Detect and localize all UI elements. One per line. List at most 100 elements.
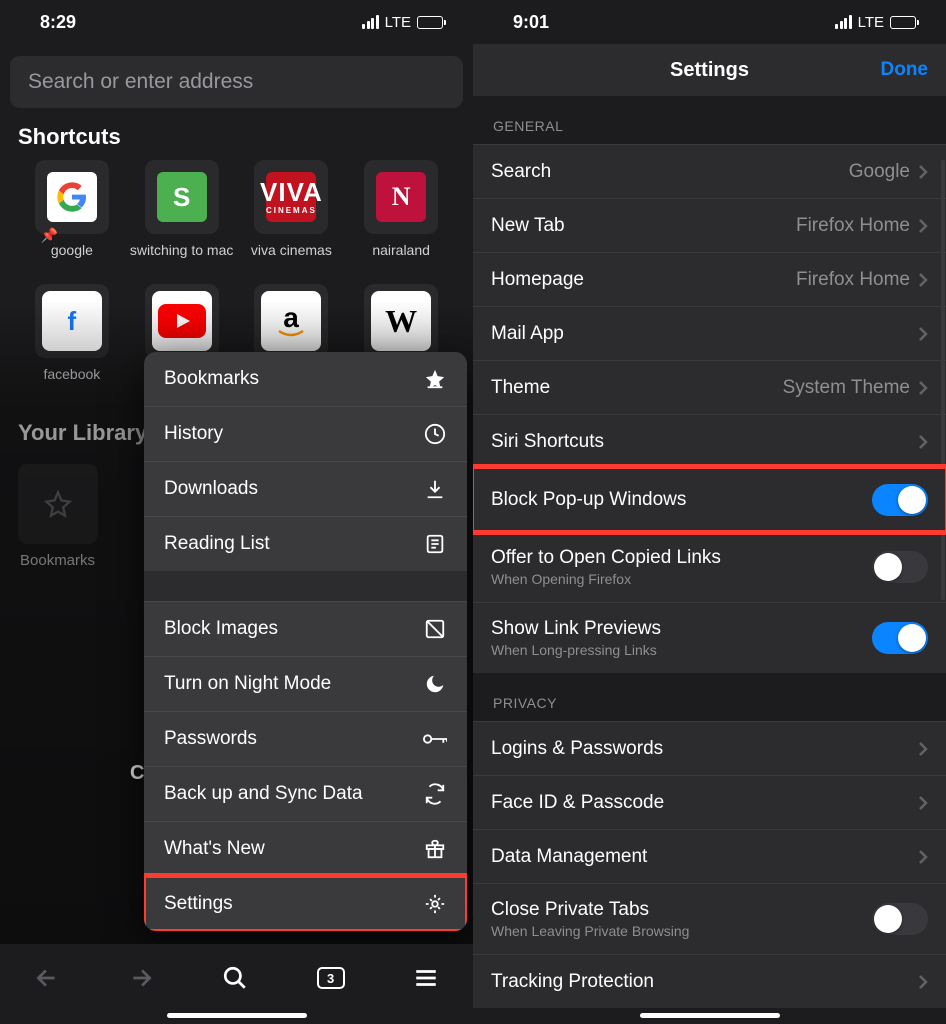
- chevron-right-icon: [918, 974, 928, 990]
- menu-item-label: Reading List: [164, 533, 270, 555]
- menu-reading-list[interactable]: Reading List: [144, 516, 467, 571]
- gear-icon: [423, 892, 447, 916]
- menu-item-label: Bookmarks: [164, 368, 259, 390]
- phone-screenshot-right: 9:01 LTE Settings Done GENERAL Search Go…: [473, 0, 946, 1024]
- battery-icon: [417, 16, 443, 29]
- cell-tracking-protection[interactable]: Tracking Protection: [473, 954, 946, 1008]
- menu-settings[interactable]: Settings: [144, 876, 467, 931]
- chevron-right-icon: [918, 434, 928, 450]
- cell-mail-app[interactable]: Mail App: [473, 306, 946, 360]
- cell-value: Google: [849, 161, 910, 183]
- shortcut-viva-cinemas[interactable]: VIVACINEMAS viva cinemas: [238, 160, 346, 274]
- cell-subtitle: When Opening Firefox: [491, 571, 721, 587]
- cell-new-tab[interactable]: New Tab Firefox Home: [473, 198, 946, 252]
- toggle-switch[interactable]: [872, 622, 928, 654]
- phone-screenshot-left: 8:29 LTE Search or enter address Shortcu…: [0, 0, 473, 1024]
- cell-data-management[interactable]: Data Management: [473, 829, 946, 883]
- section-header-privacy: PRIVACY: [473, 673, 946, 721]
- menu-passwords[interactable]: Passwords: [144, 711, 467, 766]
- library-bookmarks-tile[interactable]: [18, 464, 98, 544]
- menu-item-label: Block Images: [164, 618, 278, 640]
- moon-icon: [423, 672, 447, 696]
- viva-icon: VIVACINEMAS: [266, 172, 316, 222]
- menu-item-label: History: [164, 423, 223, 445]
- cell-value: Firefox Home: [796, 269, 910, 291]
- tabs-button[interactable]: 3: [317, 967, 345, 989]
- settings-navbar: Settings Done: [473, 44, 946, 96]
- tab-count: 3: [327, 971, 334, 986]
- cell-title: Siri Shortcuts: [491, 431, 604, 453]
- amazon-icon: a: [261, 291, 321, 351]
- status-indicators: LTE: [835, 14, 916, 31]
- shortcut-facebook[interactable]: f facebook: [18, 284, 126, 398]
- cell-value: Firefox Home: [796, 215, 910, 237]
- cell-value: System Theme: [783, 377, 910, 399]
- cell-face-id-passcode[interactable]: Face ID & Passcode: [473, 775, 946, 829]
- cell-theme[interactable]: Theme System Theme: [473, 360, 946, 414]
- shortcut-label: viva cinemas: [251, 242, 332, 274]
- menu-bookmarks[interactable]: Bookmarks: [144, 352, 467, 406]
- cell-logins-passwords[interactable]: Logins & Passwords: [473, 721, 946, 775]
- cell-offer-copied-links[interactable]: Offer to Open Copied Links When Opening F…: [473, 531, 946, 602]
- shortcut-switching-to-mac[interactable]: S switching to mac: [128, 160, 236, 274]
- cell-title: Data Management: [491, 846, 647, 868]
- youtube-icon: [152, 291, 212, 351]
- shortcut-label: switching to mac: [130, 242, 233, 274]
- chevron-right-icon: [918, 164, 928, 180]
- menu-sync[interactable]: Back up and Sync Data: [144, 766, 467, 821]
- cell-subtitle: When Leaving Private Browsing: [491, 923, 689, 939]
- shortcut-google[interactable]: 📌 google: [18, 160, 126, 274]
- signal-icon: [362, 15, 379, 29]
- home-indicator: [640, 1013, 780, 1018]
- cell-title: Face ID & Passcode: [491, 792, 664, 814]
- cell-close-private-tabs[interactable]: Close Private TabsWhen Leaving Private B…: [473, 883, 946, 954]
- star-outline-icon: [44, 490, 72, 518]
- settings-list[interactable]: GENERAL Search Google New Tab Firefox Ho…: [473, 96, 946, 1024]
- address-search-input[interactable]: Search or enter address: [10, 56, 463, 108]
- cell-title: Tracking Protection: [491, 971, 654, 993]
- cell-title: Offer to Open Copied Links: [491, 547, 721, 569]
- google-icon: [47, 172, 97, 222]
- cell-title: Show Link Previews: [491, 618, 661, 640]
- cell-siri-shortcuts[interactable]: Siri Shortcuts: [473, 414, 946, 468]
- cell-homepage[interactable]: Homepage Firefox Home: [473, 252, 946, 306]
- toggle-switch[interactable]: [872, 551, 928, 583]
- gift-icon: [423, 837, 447, 861]
- signal-icon: [835, 15, 852, 29]
- reading-list-icon: [423, 532, 447, 556]
- shortcut-nairaland[interactable]: N nairaland: [347, 160, 455, 274]
- cell-search[interactable]: Search Google: [473, 144, 946, 198]
- cell-title: Homepage: [491, 269, 584, 291]
- menu-separator: [144, 571, 467, 601]
- letter-n-icon: N: [376, 172, 426, 222]
- facebook-icon: f: [42, 291, 102, 351]
- toggle-switch[interactable]: [872, 903, 928, 935]
- partial-text: C: [130, 762, 144, 785]
- shortcut-label: google: [51, 242, 93, 274]
- back-button[interactable]: [34, 965, 60, 991]
- status-time: 9:01: [513, 12, 549, 33]
- menu-downloads[interactable]: Downloads: [144, 461, 467, 516]
- menu-whats-new[interactable]: What's New: [144, 821, 467, 876]
- carrier-label: LTE: [385, 14, 411, 31]
- cell-block-popups[interactable]: Block Pop-up Windows: [473, 468, 946, 531]
- cell-title: Mail App: [491, 323, 564, 345]
- toggle-switch[interactable]: [872, 484, 928, 516]
- menu-item-label: Turn on Night Mode: [164, 673, 331, 695]
- chevron-right-icon: [918, 326, 928, 342]
- menu-night-mode[interactable]: Turn on Night Mode: [144, 656, 467, 711]
- forward-button[interactable]: [128, 965, 154, 991]
- menu-button[interactable]: [413, 965, 439, 991]
- menu-item-label: Settings: [164, 893, 233, 915]
- menu-item-label: Downloads: [164, 478, 258, 500]
- section-header-general: GENERAL: [473, 96, 946, 144]
- block-image-icon: [423, 617, 447, 641]
- done-button[interactable]: Done: [881, 59, 929, 81]
- status-time: 8:29: [40, 12, 76, 33]
- search-button[interactable]: [222, 965, 248, 991]
- cell-link-previews[interactable]: Show Link PreviewsWhen Long-pressing Lin…: [473, 602, 946, 673]
- menu-history[interactable]: History: [144, 406, 467, 461]
- wikipedia-icon: W: [371, 291, 431, 351]
- menu-block-images[interactable]: Block Images: [144, 601, 467, 656]
- cell-title: Logins & Passwords: [491, 738, 663, 760]
